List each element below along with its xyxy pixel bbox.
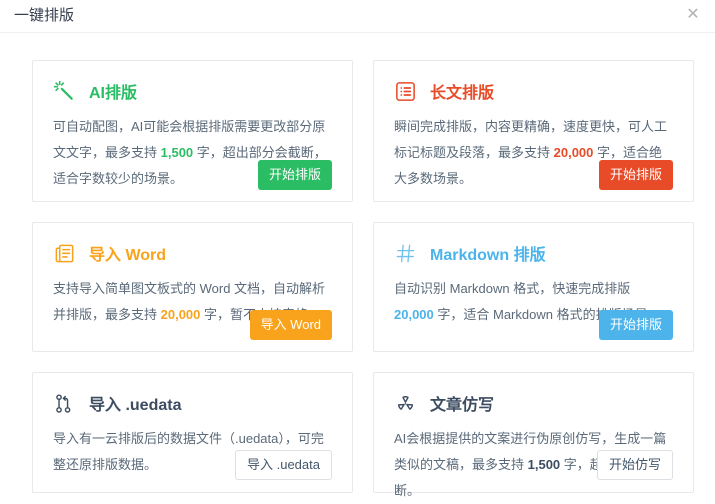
card-title: AI排版: [89, 79, 137, 103]
card-header: 长文排版: [394, 79, 673, 103]
card-long-article-format: 长文排版 瞬间完成排版，内容更精确，速度更快，可人工标记标题及段落，最多支持 2…: [373, 60, 694, 202]
card-title: 导入 Word: [89, 241, 166, 265]
card-title: Markdown 排版: [430, 241, 546, 265]
close-icon[interactable]: ✕: [681, 0, 705, 32]
desc-highlight: 1,500: [528, 457, 561, 472]
card-header: 文章仿写: [394, 391, 673, 415]
format-options-grid: AI排版 可自动配图，AI可能会根据排版需要更改部分原文文字，最多支持 1,50…: [32, 60, 694, 493]
card-header: Markdown 排版: [394, 241, 673, 265]
modal-header: 一键排版 ✕: [0, 0, 715, 33]
start-rewrite-button[interactable]: 开始仿写: [597, 450, 673, 480]
card-title: 文章仿写: [430, 391, 494, 415]
import-uedata-button[interactable]: 导入 .uedata: [235, 450, 332, 480]
card-import-uedata: 导入 .uedata 导入有一云排版后的数据文件（.uedata），可完整还原排…: [32, 372, 353, 493]
markdown-hash-icon: [394, 242, 417, 265]
desc-text: 自动识别 Markdown 格式，快速完成排版: [394, 281, 630, 296]
card-header: AI排版: [53, 79, 332, 103]
article-rewrite-icon: [394, 392, 417, 415]
card-markdown-format: Markdown 排版 自动识别 Markdown 格式，快速完成排版 20,0…: [373, 222, 694, 352]
desc-highlight: 1,500: [161, 145, 194, 160]
modal-title: 一键排版: [14, 7, 74, 24]
word-document-icon: [53, 242, 76, 265]
import-word-button[interactable]: 导入 Word: [250, 310, 332, 340]
desc-highlight: 20,000: [161, 307, 201, 322]
start-markdown-format-button[interactable]: 开始排版: [599, 310, 673, 340]
card-header: 导入 .uedata: [53, 391, 332, 415]
magic-wand-icon: [53, 80, 76, 103]
ordered-list-icon: [394, 80, 417, 103]
card-header: 导入 Word: [53, 241, 332, 265]
card-title: 长文排版: [430, 79, 494, 103]
start-long-format-button[interactable]: 开始排版: [599, 160, 673, 190]
card-import-word: 导入 Word 支持导入简单图文板式的 Word 文档，自动解析并排版，最多支持…: [32, 222, 353, 352]
import-data-icon: [53, 392, 76, 415]
desc-highlight: 20,000: [394, 307, 434, 322]
card-ai-format: AI排版 可自动配图，AI可能会根据排版需要更改部分原文文字，最多支持 1,50…: [32, 60, 353, 202]
desc-highlight: 20,000: [554, 145, 594, 160]
start-ai-format-button[interactable]: 开始排版: [258, 160, 332, 190]
card-article-rewrite: 文章仿写 AI会根据提供的文案进行伪原创仿写，生成一篇类似的文稿，最多支持 1,…: [373, 372, 694, 493]
card-title: 导入 .uedata: [89, 391, 181, 415]
